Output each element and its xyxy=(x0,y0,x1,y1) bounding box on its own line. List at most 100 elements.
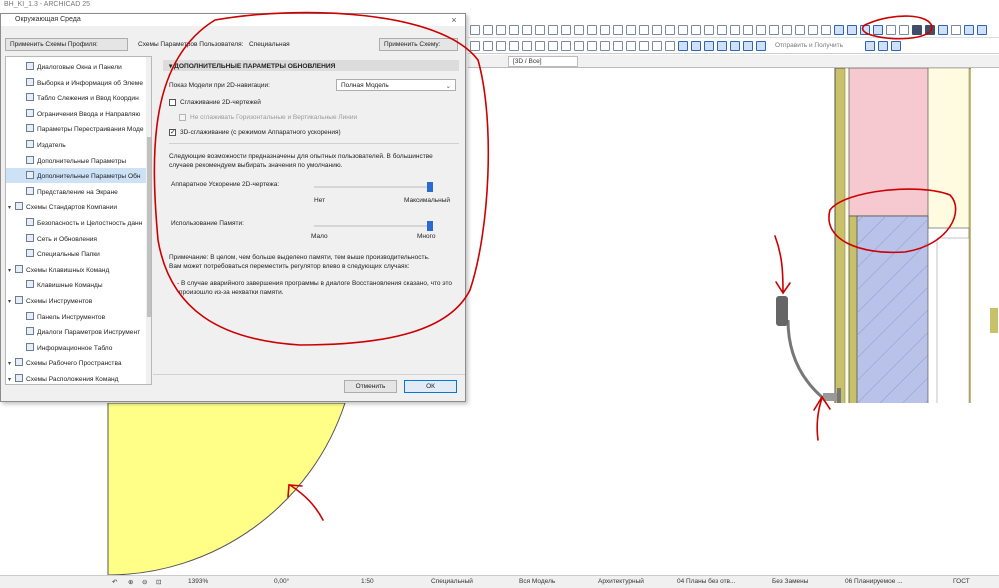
tree-item[interactable]: Дополнительные Параметры xyxy=(6,153,146,168)
tool-icon[interactable] xyxy=(899,25,909,35)
tool-icon[interactable] xyxy=(652,25,662,35)
tool-icon[interactable] xyxy=(717,41,727,51)
tool-icon[interactable] xyxy=(509,25,519,35)
tool-icon[interactable] xyxy=(509,41,519,51)
tool-icon[interactable] xyxy=(743,25,753,35)
tool-icon[interactable] xyxy=(877,41,888,51)
tool-icon[interactable] xyxy=(756,41,766,51)
tree-item[interactable]: Выборка и Информация об Элеме xyxy=(6,75,146,90)
tool-icon[interactable] xyxy=(704,25,714,35)
tool-icon[interactable] xyxy=(795,25,805,35)
tool-icon[interactable] xyxy=(652,41,662,51)
tool-icon[interactable] xyxy=(496,25,506,35)
tree-item[interactable]: ▾ Схемы Рабочего Пространства xyxy=(6,355,146,370)
cancel-button[interactable]: Отменить xyxy=(344,380,397,393)
tool-icon[interactable] xyxy=(470,25,480,35)
no-smooth-lines-checkbox[interactable] xyxy=(179,114,186,121)
apply-profile-button[interactable]: Применить Схемы Профиля: xyxy=(5,38,128,51)
tool-icon[interactable] xyxy=(873,25,883,35)
tree-item[interactable]: Информационное Табло xyxy=(6,340,146,355)
tree-item[interactable]: Параметры Перестраивания Моде xyxy=(6,121,146,136)
tool-icon[interactable] xyxy=(548,41,558,51)
tool-icon[interactable] xyxy=(496,41,506,51)
expand-icon[interactable]: ▾ xyxy=(8,298,15,305)
tree-item[interactable]: Табло Слежения и Ввод Координ xyxy=(6,90,146,105)
tree-item[interactable]: ▾ Схемы Инструментов xyxy=(6,293,146,308)
tool-icon[interactable] xyxy=(890,41,901,51)
tool-icon[interactable] xyxy=(964,25,974,35)
tool-icon[interactable] xyxy=(483,25,493,35)
tool-icon[interactable] xyxy=(717,25,727,35)
tree-item[interactable]: ▾ Схемы Расположения Команд xyxy=(6,371,146,384)
tool-icon[interactable] xyxy=(626,41,636,51)
tool-icon[interactable] xyxy=(639,41,649,51)
tree-item[interactable]: Диалоги Параметров Инструмент xyxy=(6,324,146,339)
tree-item[interactable]: Представление на Экране xyxy=(6,184,146,199)
fit-icon[interactable]: ⊡ xyxy=(156,578,161,586)
override-combo[interactable]: Без Замены xyxy=(772,578,808,585)
tool-icon[interactable] xyxy=(847,25,857,35)
zoom-in-icon[interactable]: ⊕ xyxy=(128,578,133,586)
expand-icon[interactable]: ▾ xyxy=(8,376,15,383)
memory-slider-track[interactable] xyxy=(314,225,430,227)
tree-item[interactable]: Издатель xyxy=(6,137,146,152)
canvas-left[interactable] xyxy=(0,402,999,576)
tool-icon[interactable] xyxy=(665,25,675,35)
tool-icon[interactable] xyxy=(613,41,623,51)
tool-icon[interactable] xyxy=(522,25,532,35)
tool-icon[interactable] xyxy=(951,25,961,35)
section-header[interactable]: ▾ ДОПОЛНИТЕЛЬНЫЕ ПАРАМЕТРЫ ОБНОВЛЕНИЯ xyxy=(163,60,459,71)
tool-icon[interactable] xyxy=(691,41,701,51)
tree-item[interactable]: ▾ Схемы Клавишных Команд xyxy=(6,262,146,277)
smoothing-3d-checkbox[interactable]: ✓ xyxy=(169,129,176,136)
tool-icon[interactable] xyxy=(548,25,558,35)
tab-3d-all[interactable]: [3D / Все] xyxy=(508,56,578,67)
tool-icon[interactable] xyxy=(613,25,623,35)
tool-icon[interactable] xyxy=(574,25,584,35)
tool-icon[interactable] xyxy=(704,41,714,51)
scrollbar-thumb[interactable] xyxy=(147,137,151,317)
standard-combo[interactable]: ГОСТ xyxy=(953,578,970,585)
view-combo-2[interactable]: 06 Планируемое ... xyxy=(845,578,903,585)
expand-icon[interactable]: ▾ xyxy=(8,267,15,274)
tree-item[interactable]: Сеть и Обновления xyxy=(6,231,146,246)
smoothing-2d-checkbox[interactable] xyxy=(169,99,176,106)
tool-icon[interactable] xyxy=(808,25,818,35)
hw-accel-slider-track[interactable] xyxy=(314,186,430,188)
zoom-out-icon[interactable]: ⊖ xyxy=(142,578,147,586)
tree-item[interactable]: Дополнительные Параметры Обн xyxy=(6,168,146,184)
pen-set-combo[interactable]: Архитектурный xyxy=(598,578,644,585)
tool-icon[interactable] xyxy=(470,41,480,51)
angle-value[interactable]: 0,00° xyxy=(274,578,289,585)
hw-accel-slider-thumb[interactable] xyxy=(427,182,433,192)
tree-item[interactable]: Безопасность и Целостность данн xyxy=(6,215,146,230)
line-type-icon[interactable] xyxy=(912,25,922,35)
tool-icon[interactable] xyxy=(678,41,688,51)
model-view-select[interactable]: Полная Модель ⌄ xyxy=(336,79,456,91)
tool-icon[interactable] xyxy=(639,25,649,35)
tree-item[interactable]: Диалоговые Окна и Панели xyxy=(6,59,146,74)
tool-icon[interactable] xyxy=(535,25,545,35)
tool-icon[interactable] xyxy=(938,25,948,35)
ok-button[interactable]: ОК xyxy=(404,380,457,393)
layer-combo[interactable]: Специальный xyxy=(431,578,473,585)
tree-item[interactable]: Ограничения Ввода и Направляю xyxy=(6,106,146,121)
tool-icon[interactable] xyxy=(626,25,636,35)
tree-item[interactable]: Клавишные Команды xyxy=(6,277,146,292)
line-type-icon[interactable] xyxy=(925,25,935,35)
apply-scheme-button[interactable]: Применить Схему: xyxy=(379,38,458,51)
tool-icon[interactable] xyxy=(691,25,701,35)
tool-icon[interactable] xyxy=(977,25,987,35)
tool-icon[interactable] xyxy=(561,25,571,35)
tool-icon[interactable] xyxy=(864,41,875,51)
undo-icon[interactable]: ↶ xyxy=(112,578,117,586)
send-receive-button[interactable]: Отправить и Получить xyxy=(775,42,843,49)
tool-icon[interactable] xyxy=(574,41,584,51)
tool-icon[interactable] xyxy=(743,41,753,51)
tool-icon[interactable] xyxy=(665,41,675,51)
tree-item[interactable]: ▾ Схемы Стандартов Компании xyxy=(6,199,146,214)
tool-icon[interactable] xyxy=(535,41,545,51)
tool-icon[interactable] xyxy=(756,25,766,35)
tree-item[interactable]: Панель Инструментов xyxy=(6,309,146,324)
tree-scrollbar[interactable] xyxy=(146,57,151,384)
